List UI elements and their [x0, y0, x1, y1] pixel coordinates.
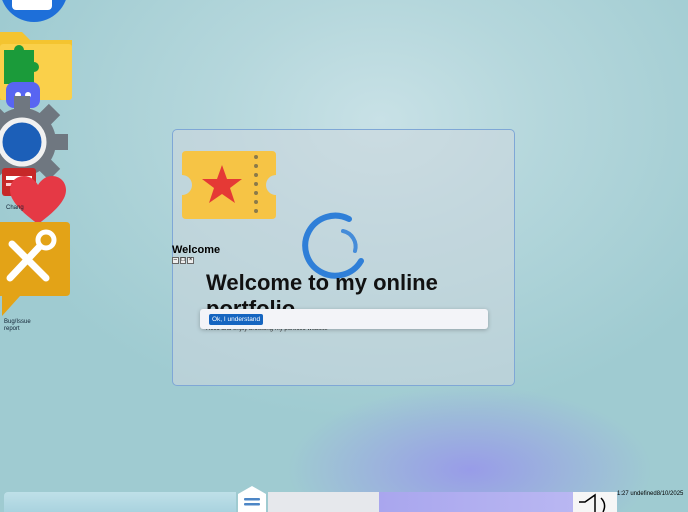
- bug-report-label: Bug/Issue report: [4, 319, 31, 332]
- taskbar-left: [4, 492, 236, 512]
- cookie-accept-button[interactable]: Ok, I understand: [209, 314, 264, 325]
- minimize-button[interactable]: –: [172, 257, 179, 264]
- maximize-button[interactable]: □: [179, 257, 187, 264]
- close-button[interactable]: ×: [187, 257, 195, 264]
- window-controls: – □ ×: [172, 257, 195, 265]
- changelog-label: Chang: [6, 205, 24, 211]
- document-icon[interactable]: [0, 0, 70, 28]
- window-title: Welcome: [172, 244, 221, 256]
- taskbar-right: [379, 492, 573, 512]
- start-menu-icon[interactable]: [236, 484, 268, 512]
- taskbar-middle: [268, 492, 379, 512]
- cookie-banner: Ok, I understand: [200, 309, 488, 329]
- ticket-star-icon: [182, 151, 276, 219]
- heart-icon[interactable]: [10, 176, 66, 226]
- page-heading: Welcome to my online portfolio: [206, 270, 438, 314]
- tools-icon[interactable]: [0, 222, 72, 318]
- volume-icon[interactable]: [573, 492, 617, 512]
- taskbar-clock: 1:27 undefined8/10/2025: [617, 491, 684, 497]
